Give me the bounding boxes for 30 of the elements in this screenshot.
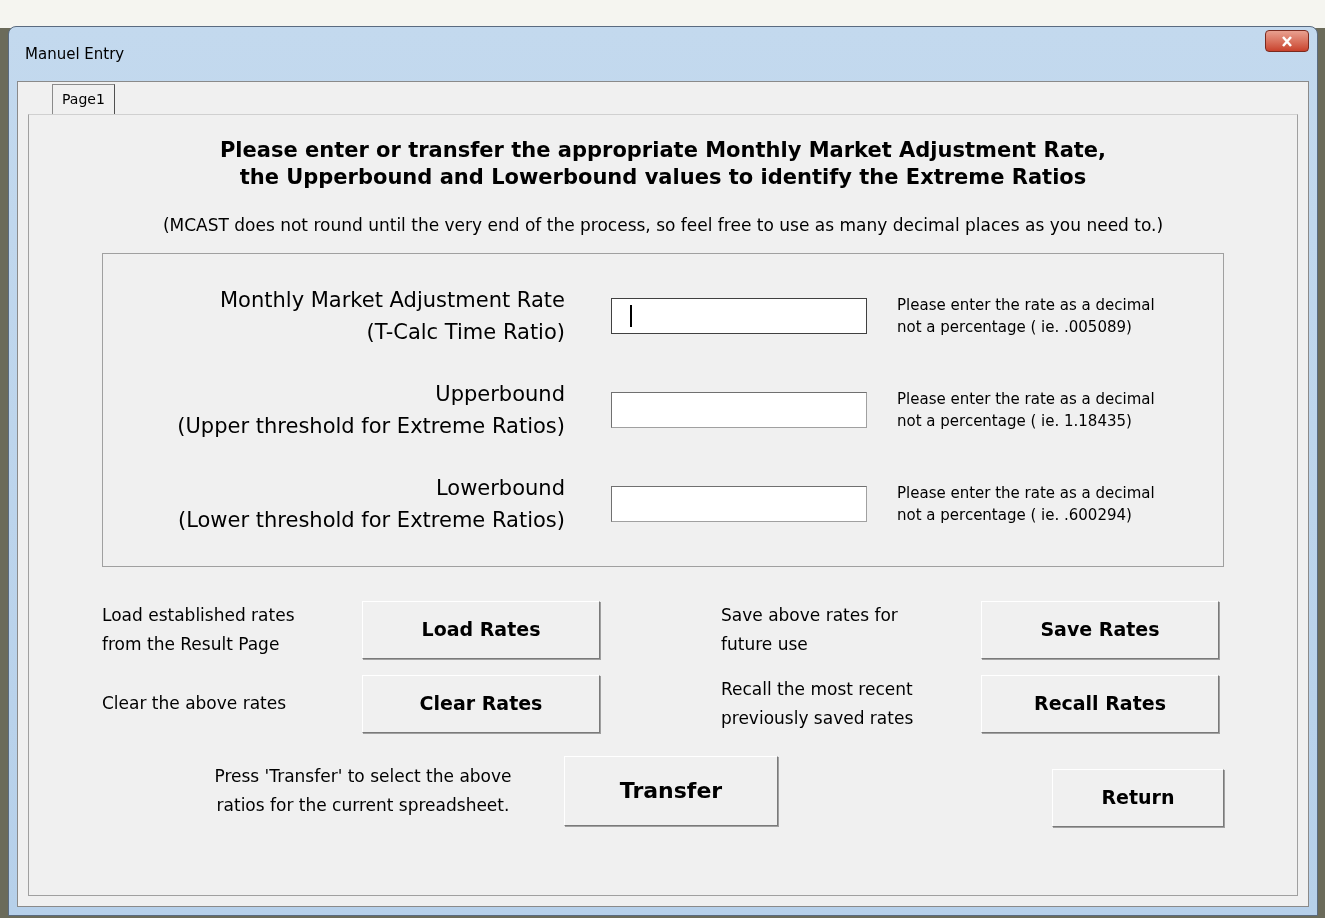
action-description: Clear the above rates bbox=[102, 692, 288, 715]
transfer-description: Press 'Transfer' to select the above ratios for the current spreadsheet. bbox=[213, 764, 513, 817]
field-hint: Please enter the rate as a decimal not a percentage ( ie. .005089) bbox=[897, 294, 1155, 338]
field-label: Lowerbound bbox=[434, 474, 565, 502]
action-button[interactable]: Recall Rates bbox=[981, 674, 1219, 733]
instruction-heading: Please enter or transfer the appropriate Monthly Market Adjustment Rate, the Upperbound and Lowerbound values to identify the Extreme Ratios bbox=[219, 137, 1107, 191]
action-button[interactable]: Save Rates bbox=[981, 600, 1219, 659]
close-icon bbox=[1281, 35, 1293, 47]
action-button[interactable]: Clear Rates bbox=[362, 674, 600, 733]
action-button[interactable]: Return bbox=[1052, 768, 1224, 827]
rate-input-field[interactable] bbox=[611, 391, 867, 428]
action-description: Load established rates from the Result Page bbox=[102, 603, 296, 656]
action-button[interactable]: Load Rates bbox=[362, 600, 600, 659]
action-button[interactable]: Transfer bbox=[564, 755, 778, 826]
tab[interactable]: Page1 bbox=[52, 84, 115, 114]
rate-input-field[interactable] bbox=[611, 297, 867, 334]
window-title: Manuel Entry bbox=[25, 43, 125, 65]
field-sublabel: (Lower threshold for Extreme Ratios) bbox=[176, 506, 565, 534]
field-sublabel: (Upper threshold for Extreme Ratios) bbox=[176, 412, 565, 440]
close-button[interactable] bbox=[1265, 30, 1309, 52]
field-hint: Please enter the rate as a decimal not a percentage ( ie. 1.18435) bbox=[897, 388, 1155, 432]
action-description: Save above rates for future use bbox=[721, 603, 899, 656]
rounding-note: (MCAST does not round until the very end of the process, so feel free to use as many decimal places as you need to.) bbox=[162, 214, 1164, 237]
field-sublabel: (T-Calc Time Ratio) bbox=[365, 318, 565, 346]
field-hint: Please enter the rate as a decimal not a percentage ( ie. .600294) bbox=[897, 482, 1155, 526]
text-cursor-icon bbox=[630, 304, 632, 327]
rate-input-field[interactable] bbox=[611, 485, 867, 522]
action-description: Recall the most recent previously saved rates bbox=[721, 677, 915, 730]
field-label: Monthly Market Adjustment Rate bbox=[219, 286, 565, 314]
field-label: Upperbound bbox=[434, 380, 565, 408]
